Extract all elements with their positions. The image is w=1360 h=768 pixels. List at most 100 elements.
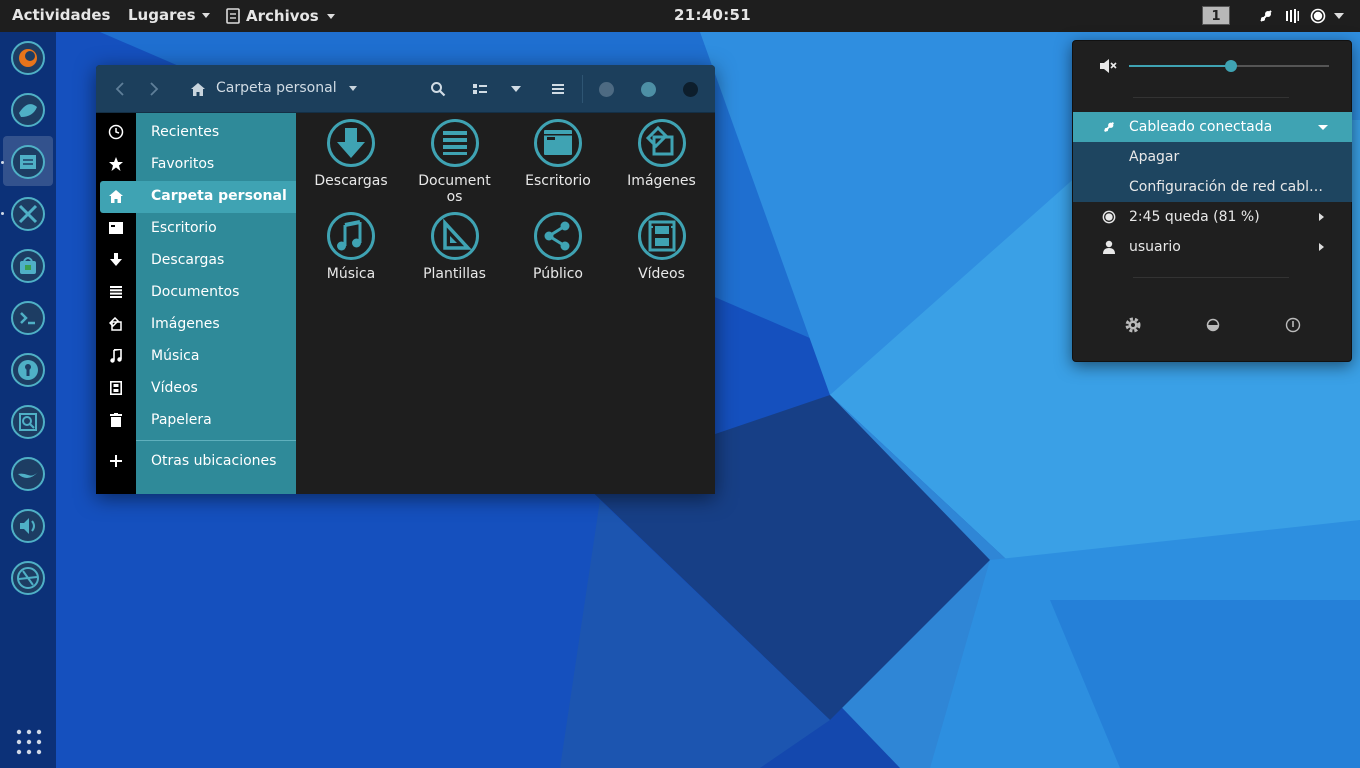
file-manager-window: Carpeta personal Descargas Documentos Escr…	[96, 65, 715, 494]
clock[interactable]: 21:40:51	[674, 0, 751, 32]
forward-button[interactable]	[142, 77, 166, 101]
sidebar-item-label: Favoritos	[151, 156, 215, 172]
network-off-item[interactable]: Apagar	[1073, 142, 1352, 172]
volume-slider[interactable]	[1129, 60, 1329, 72]
folder-label: Público	[533, 266, 583, 282]
videos-folder-icon	[617, 211, 707, 261]
running-indicator	[1, 212, 4, 215]
user-item[interactable]: usuario	[1073, 232, 1352, 262]
chevron-right-icon	[1319, 243, 1324, 251]
battery-icon[interactable]	[1310, 8, 1326, 24]
download-icon	[106, 252, 126, 268]
firefox-icon[interactable]	[9, 39, 47, 77]
volume-slider-knob[interactable]	[1225, 60, 1237, 72]
sidebar-item-music[interactable]: Música	[96, 341, 296, 371]
lock-orientation-icon[interactable]	[1203, 315, 1223, 335]
places-menu[interactable]: Lugares	[128, 0, 210, 32]
music-icon	[106, 348, 126, 364]
desktop-folder-icon	[513, 118, 603, 168]
home-path-icon[interactable]	[186, 77, 210, 101]
dock	[0, 32, 56, 768]
folder-item[interactable]: Descargas	[306, 118, 396, 189]
power-icon[interactable]	[1283, 315, 1303, 335]
list-view-icon	[473, 84, 487, 94]
sidebar-item-other-locations[interactable]: Otras ubicaciones	[96, 446, 296, 476]
path-bar-current[interactable]: Carpeta personal	[216, 65, 357, 113]
video-icon	[106, 380, 126, 396]
settings-icon[interactable]	[1123, 315, 1143, 335]
close-button[interactable]	[683, 82, 698, 97]
network-wired-icon	[1101, 119, 1117, 135]
sidebar-item-download[interactable]: Descargas	[96, 245, 296, 275]
volume-muted-icon[interactable]	[1099, 57, 1117, 75]
network-label: Cableado conectada	[1129, 119, 1273, 135]
minimize-button[interactable]	[599, 82, 614, 97]
camera-icon[interactable]	[9, 559, 47, 597]
files-app-icon	[226, 8, 240, 24]
software-icon[interactable]	[9, 247, 47, 285]
folder-item[interactable]: Vídeos	[617, 211, 707, 282]
show-apps-icon[interactable]	[16, 729, 42, 755]
sidebar-item-label: Escritorio	[151, 220, 217, 236]
folder-label: Descargas	[314, 173, 388, 189]
sidebar-item-label: Imágenes	[151, 316, 220, 332]
sidebar-item-documents[interactable]: Documentos	[96, 277, 296, 307]
folder-item[interactable]: Música	[306, 211, 396, 282]
network-wired-icon[interactable]	[1258, 8, 1274, 24]
folder-item[interactable]: Escritorio	[513, 118, 603, 189]
sidebar-item-label: Recientes	[151, 124, 220, 140]
folder-item[interactable]: Imágenes	[617, 118, 707, 189]
folder-label: Escritorio	[525, 173, 591, 189]
sidebar-item-trash[interactable]: Papelera	[96, 405, 296, 435]
view-toggle-button[interactable]	[468, 77, 492, 101]
files-app-menu[interactable]: Archivos	[226, 0, 335, 32]
chevron-down-icon	[348, 85, 357, 91]
chevron-down-icon	[1318, 125, 1328, 130]
pictures-icon	[106, 316, 126, 332]
chevron-down-icon	[201, 13, 210, 18]
chevron-left-icon	[115, 82, 124, 96]
volume-icon[interactable]	[1284, 8, 1300, 24]
maximize-button[interactable]	[641, 82, 656, 97]
battery-label: 2:45 queda (81 %)	[1129, 209, 1260, 225]
documents-folder-icon	[410, 118, 500, 168]
activities-button[interactable]: Actividades	[12, 0, 110, 32]
wired-settings-item[interactable]: Configuración de red cableada	[1073, 172, 1352, 202]
terminal-icon[interactable]	[9, 299, 47, 337]
battery-icon	[1101, 209, 1117, 225]
sidebar-item-home[interactable]: Carpeta personal	[96, 181, 296, 213]
menu-button[interactable]	[546, 77, 570, 101]
documents-icon	[106, 284, 126, 300]
header-separator	[582, 75, 583, 103]
sidebar-item-clock[interactable]: Recientes	[96, 117, 296, 147]
battery-item[interactable]: 2:45 queda (81 %)	[1073, 202, 1352, 232]
network-wired-item[interactable]: Cableado conectada	[1073, 112, 1352, 142]
folder-item[interactable]: Plantillas	[410, 211, 500, 282]
sidebar-item-star[interactable]: Favoritos	[96, 149, 296, 179]
sidebar-item-label: Papelera	[151, 412, 212, 428]
menu-separator	[1133, 277, 1289, 278]
star-icon	[106, 156, 126, 172]
files-icon[interactable]	[9, 143, 47, 181]
view-options-button[interactable]	[504, 77, 528, 101]
public-folder-icon	[513, 211, 603, 261]
chevron-down-icon[interactable]	[1334, 11, 1344, 21]
wired-settings-label: Configuración de red cableada	[1129, 179, 1327, 195]
screenshot-icon[interactable]	[9, 403, 47, 441]
back-button[interactable]	[108, 77, 132, 101]
workspace-indicator[interactable]: 1	[1202, 6, 1230, 25]
folder-item[interactable]: Documentos	[410, 118, 500, 205]
sidebar-item-desktop[interactable]: Escritorio	[96, 213, 296, 243]
sidebar-item-label: Vídeos	[151, 380, 198, 396]
folder-item[interactable]: Público	[513, 211, 603, 282]
genie-icon[interactable]	[9, 455, 47, 493]
thunderbird-icon[interactable]	[9, 91, 47, 129]
passwords-icon[interactable]	[9, 351, 47, 389]
user-label: usuario	[1129, 239, 1181, 255]
tools-icon[interactable]	[9, 195, 47, 233]
folder-label: Música	[326, 266, 376, 282]
sidebar-item-video[interactable]: Vídeos	[96, 373, 296, 403]
sidebar-item-pictures[interactable]: Imágenes	[96, 309, 296, 339]
search-button[interactable]	[426, 77, 450, 101]
sound-icon[interactable]	[9, 507, 47, 545]
